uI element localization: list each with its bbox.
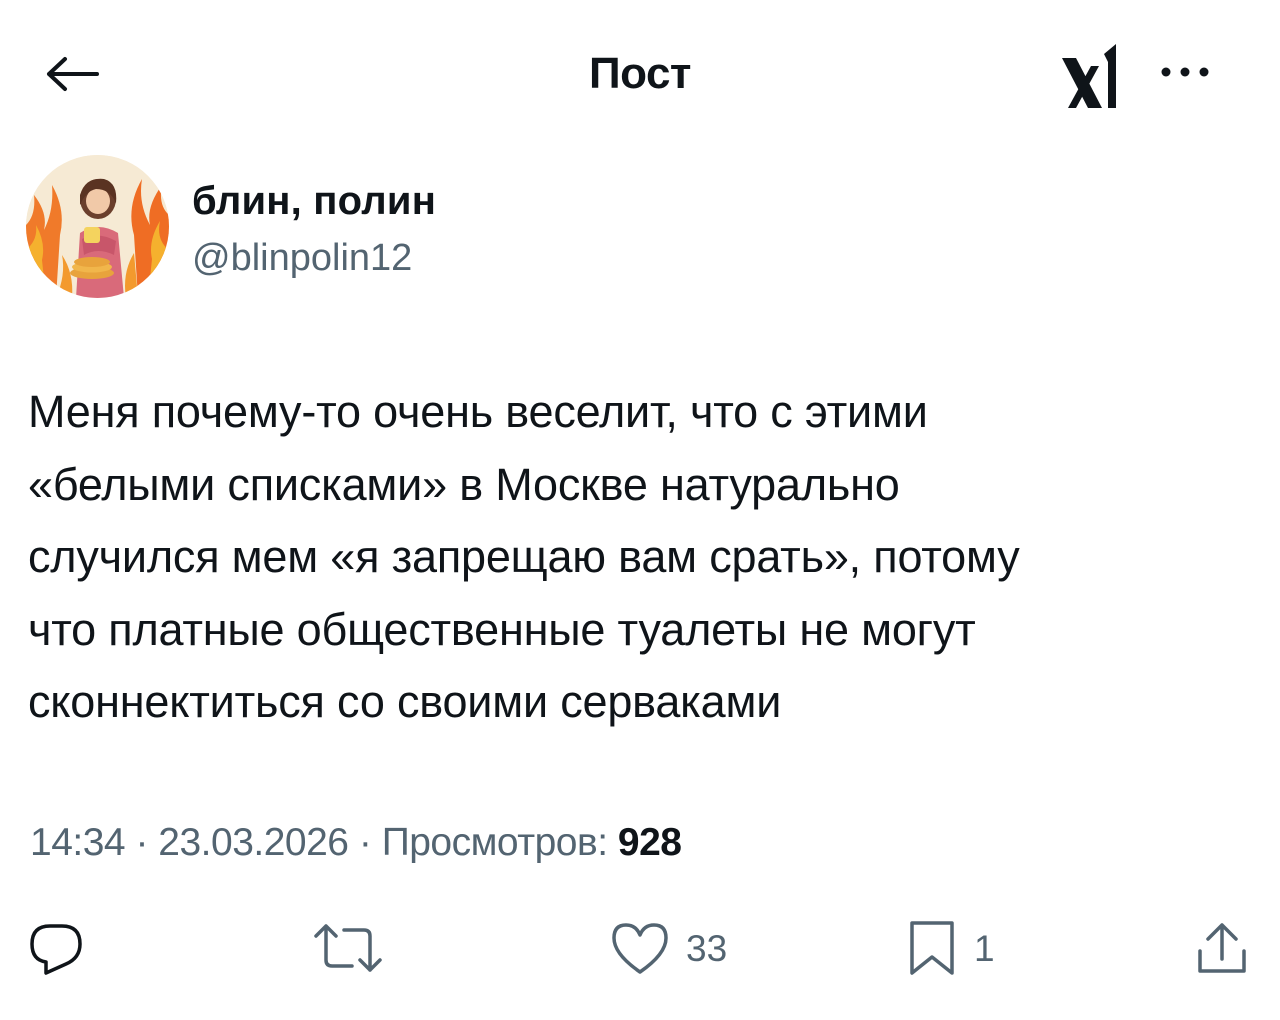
bookmark-icon [910,921,954,975]
tweet-date[interactable]: 23.03.2026 [158,821,349,864]
heart-icon [612,923,668,974]
more-horizontal-icon [1161,67,1209,77]
tweet-meta: 14:34 · 23.03.2026 · Просмотров: 928 [30,818,682,868]
bookmark-button[interactable]: 1 [904,918,995,978]
bookmark-count: 1 [974,927,995,969]
author-handle[interactable]: @blinpolin12 [192,234,412,282]
avatar-image [26,155,169,298]
views-count: 928 [617,821,682,864]
reply-icon [30,924,82,975]
meta-separator: · [135,821,148,864]
retweet-icon [314,924,382,972]
more-button[interactable] [1150,52,1220,92]
reply-button[interactable] [26,918,86,978]
avatar[interactable] [26,155,169,298]
share-button[interactable] [1192,918,1252,978]
retweet-button[interactable] [312,918,384,978]
meta-separator: · [358,821,372,864]
like-button[interactable]: 33 [608,918,727,978]
like-count: 33 [686,927,728,969]
x-logo-icon [1058,40,1128,112]
views-label: Просмотров: [381,821,608,864]
share-icon [1198,923,1246,973]
author-display-name[interactable]: блин, полин [192,176,436,226]
tweet-time[interactable]: 14:34 [30,821,126,864]
tweet-text: Меня почему-то очень веселит, что с этим… [28,386,1020,727]
